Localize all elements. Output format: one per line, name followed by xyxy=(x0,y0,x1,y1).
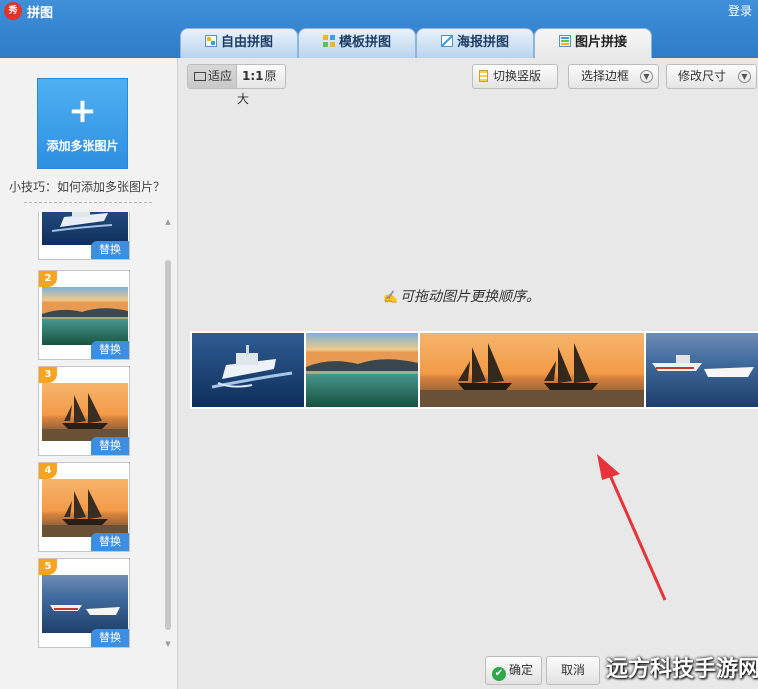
tab-image-stitch[interactable]: 图片拼接 xyxy=(534,28,652,58)
drag-hint-text: 可拖动图片更换顺序。 xyxy=(399,289,540,305)
thumbnail-image xyxy=(42,287,128,345)
stitched-image-strip[interactable] xyxy=(190,331,758,409)
chevron-down-icon: ▼ xyxy=(738,70,751,83)
tab-poster-collage[interactable]: 海报拼图 xyxy=(416,28,534,58)
thumbnail-item-2[interactable]: 2 替换 xyxy=(38,270,130,360)
thumbnail-item-3[interactable]: 3 替换 xyxy=(38,366,130,456)
thumbnail-scrollbar[interactable]: ▲ ▼ xyxy=(164,218,172,648)
strip-image-4[interactable] xyxy=(532,333,644,407)
tab-label: 图片拼接 xyxy=(574,35,627,50)
confirm-button[interactable]: ✔ 确定 xyxy=(485,656,542,685)
image-stitch-icon xyxy=(558,35,571,47)
thumbnail-item-1[interactable]: 替换 xyxy=(38,212,130,260)
replace-button[interactable]: 替换 xyxy=(91,629,129,647)
replace-button[interactable]: 替换 xyxy=(91,437,129,455)
thumbnail-image xyxy=(42,575,128,633)
login-link[interactable]: 登录 xyxy=(728,2,752,19)
scroll-up-icon[interactable]: ▲ xyxy=(164,218,172,226)
tab-free-collage[interactable]: 自由拼图 xyxy=(180,28,298,58)
title-bar: 秀 拼图 登录 自由拼图 模板拼图 海报拼图 图片拼接 xyxy=(0,0,758,58)
resize-label: 修改尺寸 xyxy=(678,69,727,83)
strip-image-2[interactable] xyxy=(306,333,418,407)
thumbnail-list: 替换 2 替换 3 替换 4 替换 5 替换 xyxy=(38,212,132,649)
scroll-down-icon[interactable]: ▼ xyxy=(164,640,172,648)
ratio-icon: 1:1 xyxy=(242,69,264,83)
poster-collage-icon xyxy=(440,35,453,47)
tab-label: 模板拼图 xyxy=(338,35,391,50)
thumbnail-image xyxy=(42,383,128,441)
sidebar: + 添加多张图片 小技巧：如何添加多张图片？ 替换 2 替换 3 替换 4 替换… xyxy=(0,58,178,689)
fit-label: 适应 xyxy=(208,69,233,83)
strip-image-3[interactable] xyxy=(420,333,532,407)
thumbnail-item-4[interactable]: 4 替换 xyxy=(38,462,130,552)
plus-icon: + xyxy=(68,91,97,131)
replace-button[interactable]: 替换 xyxy=(91,241,129,259)
select-border-label: 选择边框 xyxy=(581,69,630,83)
thumbnail-number-badge: 4 xyxy=(39,463,57,479)
replace-button[interactable]: 替换 xyxy=(91,341,129,359)
thumbnail-number-badge: 2 xyxy=(39,271,57,287)
confirm-label: 确定 xyxy=(509,663,534,677)
select-border-dropdown[interactable]: 选择边框 ▼ xyxy=(568,64,659,89)
tip-link[interactable]: 小技巧：如何添加多张图片？ xyxy=(9,178,165,195)
chevron-down-icon: ▼ xyxy=(640,70,653,83)
tab-label: 海报拼图 xyxy=(456,35,509,50)
pen-icon: ✍ xyxy=(383,290,398,304)
resize-dropdown[interactable]: 修改尺寸 ▼ xyxy=(666,64,757,89)
drag-hint: ✍ 可拖动图片更换顺序。 xyxy=(383,286,540,306)
free-collage-icon xyxy=(204,35,217,47)
watermark-text: 远方科技手游网 xyxy=(606,657,758,682)
add-images-label: 添加多张图片 xyxy=(46,139,119,153)
strip-image-5[interactable] xyxy=(646,333,758,407)
tab-template-collage[interactable]: 模板拼图 xyxy=(298,28,416,58)
app-logo-icon: 秀 xyxy=(4,2,22,20)
add-multiple-images-button[interactable]: + 添加多张图片 xyxy=(37,78,128,169)
template-collage-icon xyxy=(322,35,335,47)
fit-icon xyxy=(194,72,206,81)
strip-image-1[interactable] xyxy=(192,333,304,407)
thumbnail-item-5[interactable]: 5 替换 xyxy=(38,558,130,648)
check-icon: ✔ xyxy=(492,667,506,681)
red-arrow-annotation xyxy=(597,454,667,601)
thumbnail-image xyxy=(42,479,128,537)
thumbnail-number-badge: 3 xyxy=(39,367,57,383)
stitch-workspace: 适应 1:1原大 切换竖版 选择边框 ▼ 修改尺寸 ▼ ✍可拖动图片更换顺序。 xyxy=(180,58,758,689)
scrollbar-thumb[interactable] xyxy=(165,260,171,630)
switch-vertical-button[interactable]: 切换竖版 xyxy=(472,64,558,89)
thumbnail-number-badge: 5 xyxy=(39,559,57,575)
vertical-layout-icon xyxy=(479,70,488,82)
tab-label: 自由拼图 xyxy=(220,35,273,50)
replace-button[interactable]: 替换 xyxy=(91,533,129,551)
switch-vertical-label: 切换竖版 xyxy=(493,69,542,83)
original-size-button[interactable]: 1:1原大 xyxy=(236,64,286,106)
fit-view-button[interactable]: 适应 xyxy=(187,64,237,89)
app-title: 拼图 xyxy=(27,6,54,21)
cancel-button[interactable]: 取消 xyxy=(546,656,600,685)
divider xyxy=(24,202,152,203)
